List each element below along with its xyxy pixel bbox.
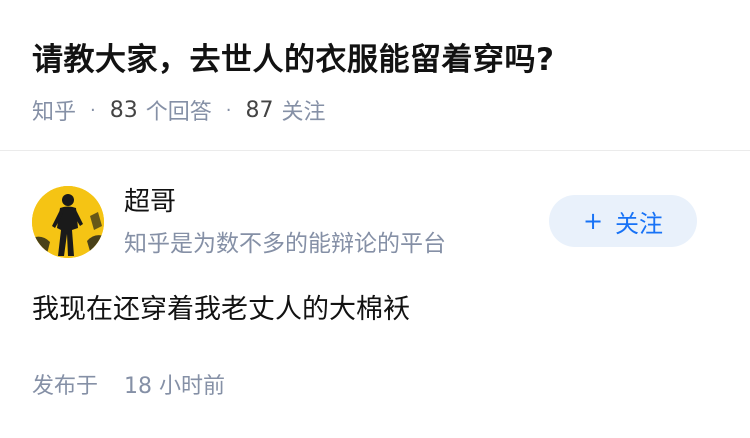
meta-separator: · bbox=[90, 99, 96, 121]
runner-silhouette-avatar-icon bbox=[32, 186, 104, 258]
follower-count: 87 bbox=[245, 97, 274, 123]
follow-button[interactable]: + 关注 bbox=[549, 195, 697, 247]
follow-label: 关注 bbox=[615, 209, 664, 238]
answer-count: 83 bbox=[109, 97, 138, 123]
author-bio-container: 知乎是为数不多的能辩论的平台 bbox=[124, 226, 536, 262]
answer-count-label: 个回答 bbox=[145, 100, 212, 125]
plus-icon: + bbox=[582, 207, 604, 235]
published-time: 18 小时前 bbox=[124, 374, 226, 399]
question-meta: 知乎 · 83 个回答 · 87 关注 bbox=[32, 92, 326, 128]
source-label[interactable]: 知乎 bbox=[32, 94, 76, 126]
published-label: 发布于 bbox=[32, 374, 99, 399]
publish-info: 发布于 18 小时前 bbox=[32, 369, 225, 405]
avatar[interactable] bbox=[32, 186, 104, 258]
author-bio: 知乎是为数不多的能辩论的平台 bbox=[124, 231, 446, 257]
question-title[interactable]: 请教大家，去世人的衣服能留着穿吗? bbox=[32, 34, 554, 86]
follower-label: 关注 bbox=[281, 100, 326, 125]
meta-separator: · bbox=[225, 99, 232, 121]
section-divider bbox=[0, 150, 750, 151]
answer-content[interactable]: 我现在还穿着我老丈人的大棉袄 bbox=[32, 288, 410, 332]
author-name[interactable]: 超哥 bbox=[124, 184, 176, 220]
